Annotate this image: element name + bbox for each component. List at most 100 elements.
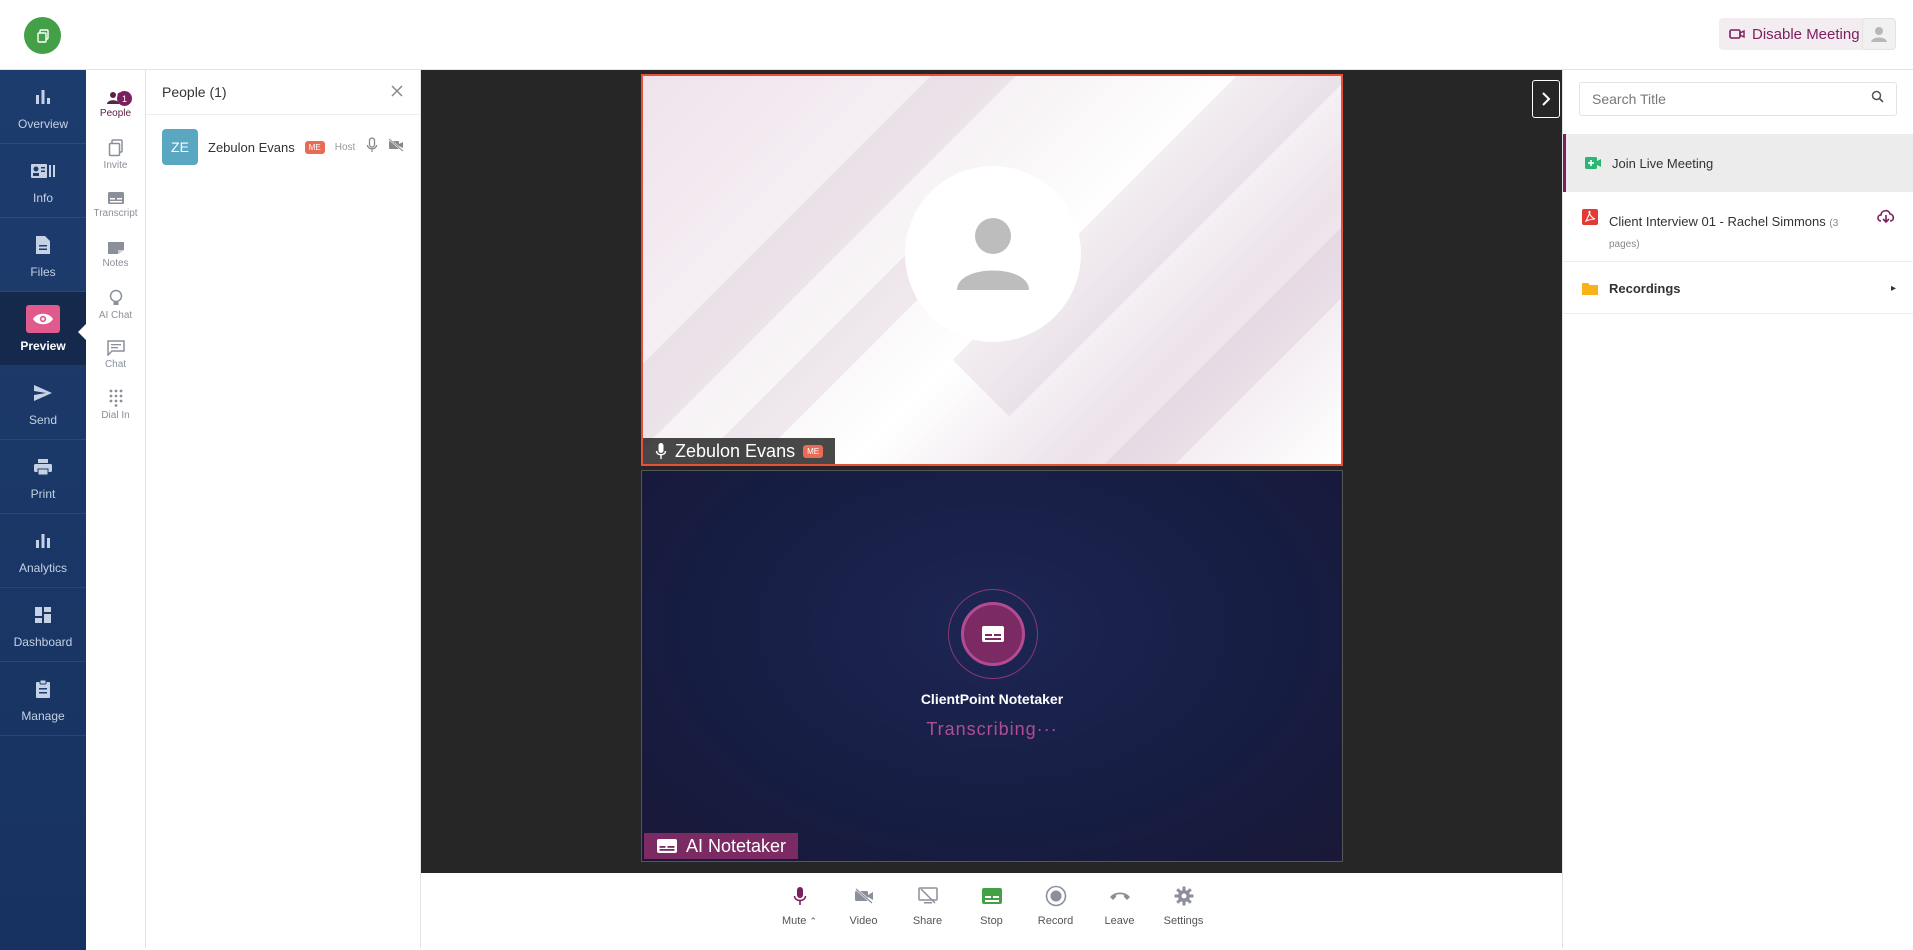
rail-transcript[interactable]: Transcript [86, 180, 145, 230]
nav-manage-label: Manage [21, 708, 65, 723]
rail-chat-label: Chat [104, 359, 127, 370]
send-icon [26, 379, 60, 407]
caret-right-icon[interactable]: ▸ [1891, 283, 1896, 294]
disable-meeting-label: Disable Meeting [1752, 25, 1860, 43]
rail-people[interactable]: 1 People [86, 80, 145, 130]
nav-send[interactable]: Send [0, 366, 86, 440]
mute-label: Mute ⌃ [781, 915, 818, 927]
lightbulb-icon [109, 289, 122, 305]
clipboard-icon [26, 675, 60, 703]
stop-label: Stop [980, 915, 1003, 927]
printer-icon [26, 453, 60, 481]
rail-notes[interactable]: Notes [86, 230, 145, 280]
host-label: Host [334, 141, 356, 153]
gear-icon [1174, 885, 1194, 907]
dashboard-icon [26, 601, 60, 629]
disable-meeting-button[interactable]: Disable Meeting [1719, 18, 1870, 50]
join-live-meeting-item[interactable]: Join Live Meeting [1563, 134, 1913, 192]
people-panel-header: People (1) [146, 70, 420, 115]
video-call-icon [1585, 157, 1601, 169]
participant-avatar-placeholder [905, 166, 1081, 342]
mute-button[interactable]: Mute ⌃ [777, 885, 823, 948]
search-icon[interactable] [1871, 90, 1884, 108]
nav-manage[interactable]: Manage [0, 662, 86, 736]
closed-caption-icon [657, 839, 677, 853]
participant-row[interactable]: ZE Zebulon Evans ME Host [146, 115, 420, 179]
participant-avatar: ZE [162, 129, 198, 165]
participant-video-tile[interactable]: Zebulon Evans ME [641, 74, 1343, 466]
notetaker-title: ClientPoint Notetaker [920, 691, 1064, 707]
search-box [1579, 82, 1897, 116]
nav-analytics-label: Analytics [18, 560, 68, 575]
recordings-folder[interactable]: Recordings ▸ [1563, 264, 1913, 314]
meeting-controls: Mute ⌃ Video Share Stop Record Leave Set… [421, 873, 1562, 948]
nav-analytics[interactable]: Analytics [0, 514, 86, 588]
user-avatar-button[interactable] [1862, 18, 1896, 50]
share-label: Share [912, 915, 943, 927]
video-button[interactable]: Video [841, 885, 887, 948]
nav-dashboard-label: Dashboard [13, 634, 73, 649]
people-panel-title: People (1) [162, 84, 227, 100]
record-button[interactable]: Record [1033, 885, 1079, 948]
rail-invite[interactable]: Invite [86, 130, 145, 180]
notetaker-label: AI Notetaker [686, 835, 787, 856]
share-button[interactable]: Share [905, 885, 951, 948]
rail-notes-label: Notes [102, 258, 129, 269]
participant-name: Zebulon Evans [208, 139, 295, 155]
participant-tile-name: Zebulon Evans [675, 440, 796, 461]
top-bar: Disable Meeting [0, 0, 1913, 70]
copy-icon [36, 28, 49, 43]
rail-ai-chat[interactable]: AI Chat [86, 280, 145, 330]
copy-link-icon [108, 139, 123, 157]
pdf-icon [1582, 209, 1598, 225]
cloud-download-icon[interactable] [1876, 208, 1896, 227]
search-input[interactable] [1592, 91, 1871, 107]
rail-dial-in-label: Dial In [101, 410, 130, 421]
user-icon [957, 218, 1029, 290]
eye-icon [26, 304, 60, 333]
nav-overview[interactable]: Overview [0, 70, 86, 144]
close-icon[interactable] [390, 84, 404, 101]
folder-icon [1582, 282, 1598, 295]
microphone-icon[interactable] [366, 136, 378, 158]
nav-overview-label: Overview [17, 116, 68, 131]
people-count-badge: 1 [117, 91, 132, 106]
nav-print[interactable]: Print [0, 440, 86, 514]
document-pages-open: (3 [1829, 218, 1839, 229]
notetaker-tile[interactable]: ClientPoint Notetaker Transcribing··· AI… [641, 470, 1343, 862]
microphone-icon [655, 443, 667, 459]
rail-ai-chat-label: AI Chat [98, 310, 133, 321]
notetaker-name-tag: AI Notetaker [644, 833, 799, 859]
nav-info-label: Info [32, 190, 53, 205]
chevron-up-icon[interactable]: ⌃ [809, 916, 817, 926]
settings-button[interactable]: Settings [1161, 885, 1207, 948]
rail-chat[interactable]: Chat [86, 330, 145, 380]
video-stage: Zebulon Evans ME ClientPoint Notetaker T… [421, 70, 1562, 873]
video-off-icon[interactable] [388, 137, 404, 157]
record-label: Record [1037, 915, 1074, 927]
nav-dashboard[interactable]: Dashboard [0, 588, 86, 662]
leave-button[interactable]: Leave [1097, 885, 1143, 948]
nav-preview[interactable]: Preview [0, 292, 86, 366]
nav-files[interactable]: Files [0, 218, 86, 292]
user-icon [1871, 27, 1887, 42]
collapse-panel-button[interactable] [1532, 80, 1560, 118]
notes-icon [107, 242, 124, 254]
settings-label: Settings [1163, 915, 1204, 927]
nav-send-label: Send [28, 412, 58, 427]
participant-name-tag: Zebulon Evans ME [643, 438, 836, 464]
recordings-label: Recordings [1609, 281, 1681, 296]
stop-transcript-button[interactable]: Stop [969, 885, 1015, 948]
video-camera-icon [1729, 29, 1745, 39]
rail-people-label: People [99, 108, 132, 119]
contact-card-icon [26, 157, 60, 185]
main-sidebar: Overview Info Files Preview Send Print A… [0, 70, 86, 950]
rail-invite-label: Invite [103, 160, 128, 171]
closed-caption-icon [982, 626, 1004, 642]
rail-transcript-label: Transcript [93, 208, 138, 219]
bar-chart-icon [26, 83, 60, 111]
rail-dial-in[interactable]: Dial In [86, 380, 145, 430]
document-item[interactable]: Client Interview 01 - Rachel Simmons (3 … [1563, 196, 1913, 262]
nav-info[interactable]: Info [0, 144, 86, 218]
app-logo[interactable] [24, 17, 61, 54]
